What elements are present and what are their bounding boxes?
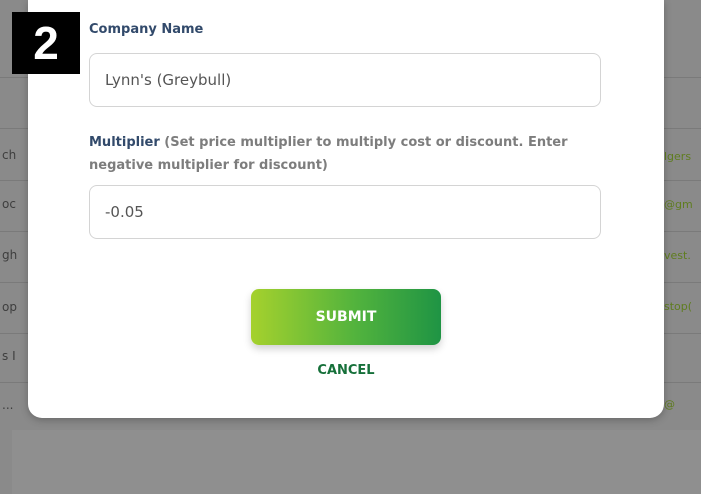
multiplier-hint: (Set price multiplier to multiply cost o… [89, 135, 568, 173]
cancel-button[interactable]: CANCEL [251, 363, 441, 383]
table-cell-email [664, 350, 700, 368]
table-cell-email: lgers [664, 150, 692, 163]
multiplier-label: Multiplier [89, 135, 160, 150]
step-number-badge: 2 [12, 12, 80, 74]
table-cell-name: gh [2, 248, 18, 262]
table-cell-name: s I [2, 349, 16, 363]
table-cell-name: oc [2, 197, 16, 211]
table-cell-name: ch [2, 148, 17, 162]
table-cell-email: vest. [664, 249, 691, 262]
page-footer-area [12, 430, 701, 494]
company-name-input[interactable] [89, 53, 601, 107]
table-cell-name: ... [2, 398, 14, 412]
table-cell-email: @ [664, 398, 675, 411]
multiplier-input[interactable] [89, 185, 601, 239]
multiplier-label-group: Multiplier (Set price multiplier to mult… [89, 131, 609, 177]
edit-multiplier-modal: Company Name Multiplier (Set price multi… [28, 0, 664, 418]
table-cell-email: stop( [664, 300, 693, 313]
table-cell-name: op [2, 300, 17, 314]
company-name-label: Company Name [89, 22, 204, 37]
submit-button[interactable]: SUBMIT [251, 289, 441, 345]
table-cell-email: @gm [664, 198, 693, 211]
